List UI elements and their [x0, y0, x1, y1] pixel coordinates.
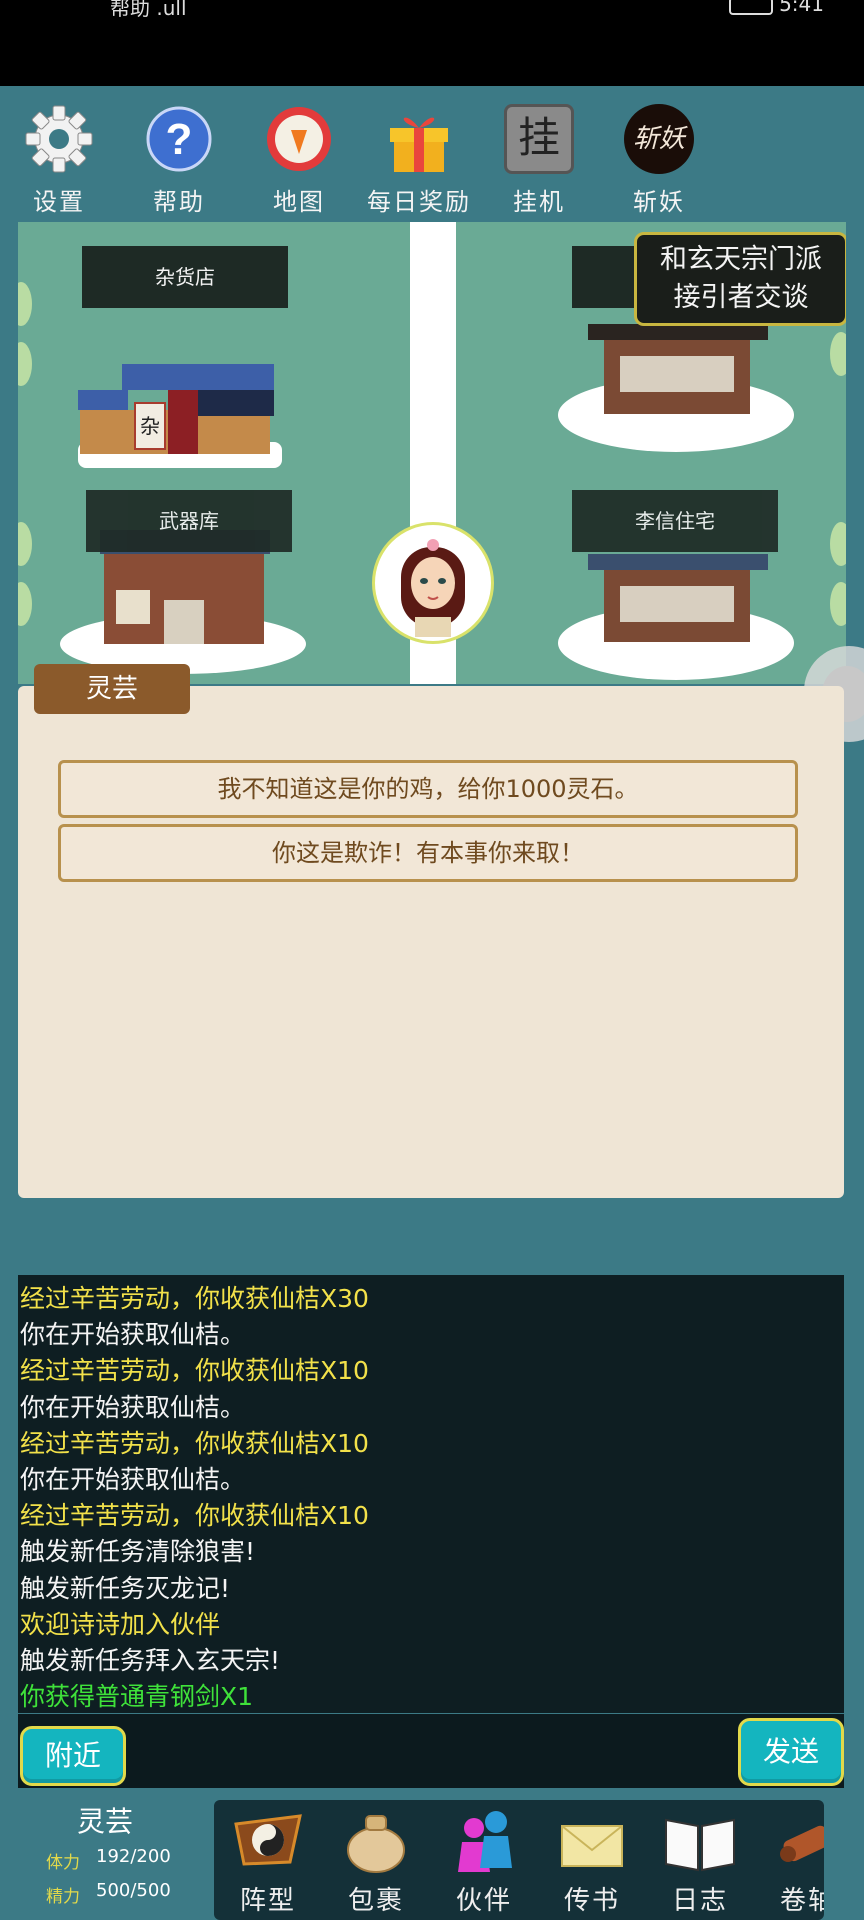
- log-line: 经过辛苦劳动，你收获仙桔X10: [20, 1428, 369, 1458]
- nav-journal[interactable]: 日志: [646, 1800, 754, 1920]
- building-li-xin-house[interactable]: 李信住宅: [558, 490, 828, 684]
- gear-icon: [25, 105, 93, 173]
- character-portrait-icon: [401, 539, 465, 637]
- battery-icon: [728, 0, 773, 15]
- store-door: [168, 390, 198, 454]
- envelope-icon: [561, 1825, 623, 1867]
- dialog-option-1[interactable]: 我不知道这是你的鸡，给你1000灵石。: [58, 760, 798, 818]
- people-icon: [458, 1811, 512, 1872]
- status-bar: 帮助 .ull 5:41: [0, 0, 864, 88]
- armory-window: [116, 590, 150, 624]
- spirit-value: 500/500: [96, 1880, 171, 1901]
- toolbar-idle-label: 挂机: [513, 188, 565, 216]
- building-label: 武器库: [86, 490, 292, 552]
- house-window: [620, 586, 734, 622]
- nav-companions[interactable]: 伙伴: [430, 1800, 538, 1920]
- pouch-icon: [347, 1815, 405, 1873]
- bush: [830, 522, 846, 566]
- dialog-speaker-name: 灵芸: [34, 664, 190, 714]
- nav-bag-label: 包裹: [347, 1886, 404, 1916]
- toolbar-map-label: 地图: [273, 188, 325, 216]
- toolbar-daily-reward-label: 每日奖励: [367, 188, 471, 216]
- log-line: 触发新任务清除狼害!: [20, 1537, 256, 1567]
- house-roof: [588, 554, 768, 570]
- top-toolbar: 设置 ? 帮助 地图 每日奖励 挂 挂机 斩妖 斩妖: [0, 94, 864, 218]
- nav-mail[interactable]: 传书: [538, 1800, 646, 1920]
- slay-demon-icon: 斩妖: [624, 104, 694, 174]
- nav-bag[interactable]: 包裹: [322, 1800, 430, 1920]
- store-window: [198, 390, 274, 416]
- chat-input-bar[interactable]: [18, 1714, 844, 1788]
- bush: [830, 332, 846, 376]
- log-line: 你在开始获取仙桔。: [20, 1465, 246, 1494]
- chief-roof: [588, 324, 768, 340]
- player-name: 灵芸: [76, 1805, 133, 1838]
- quest-tooltip-line1: 和玄天宗门派: [660, 244, 822, 275]
- bottom-nav: 阵型 包裹 伙伴 传书 日志 卷轴: [214, 1800, 824, 1920]
- question-icon: ?: [146, 106, 212, 172]
- stamina-label: 体力: [46, 1853, 80, 1873]
- bush: [18, 582, 32, 626]
- quest-tooltip[interactable]: 和玄天宗门派 接引者交谈: [634, 232, 846, 326]
- dialog-option-2[interactable]: 你这是欺诈！有本事你来取！: [58, 824, 798, 882]
- svg-text:?: ?: [166, 115, 193, 164]
- toolbar-slay-demon-label: 斩妖: [633, 188, 685, 216]
- bush: [18, 522, 32, 566]
- send-button[interactable]: 发送: [738, 1718, 844, 1786]
- nav-formation[interactable]: 阵型: [214, 1800, 322, 1920]
- store-roof-small: [78, 390, 128, 410]
- armory-door: [164, 600, 204, 644]
- toolbar-settings-label: 设置: [33, 188, 85, 216]
- nearby-channel-button[interactable]: 附近: [20, 1726, 126, 1786]
- nav-journal-label: 日志: [671, 1886, 728, 1916]
- village-scene: 杂货店 杂 武器库 村长家 和玄天宗门派 接引者交谈 李信住宅: [18, 222, 846, 684]
- toolbar-help-label: 帮助: [153, 188, 205, 216]
- quest-tooltip-line2: 接引者交谈: [673, 282, 809, 313]
- log-line: 经过辛苦劳动，你收获仙桔X10: [20, 1501, 369, 1531]
- nav-mail-label: 传书: [563, 1886, 620, 1916]
- log-line: 你在开始获取仙桔。: [20, 1392, 246, 1422]
- log-line: 经过辛苦劳动，你收获仙桔X30: [20, 1284, 369, 1313]
- message-log: 经过辛苦劳动，你收获仙桔X30 你在开始获取仙桔。 经过辛苦劳动，你收获仙桔X10 你…: [18, 1275, 844, 1713]
- gua-icon: 挂: [504, 104, 574, 174]
- nav-formation-label: 阵型: [239, 1886, 296, 1916]
- building-armory[interactable]: 武器库: [60, 490, 316, 684]
- yin-yang-icon: [234, 1814, 302, 1866]
- toolbar-slay-demon[interactable]: 斩妖 斩妖: [604, 94, 714, 216]
- toolbar-daily-reward[interactable]: 每日奖励: [364, 94, 474, 216]
- compass-icon: [267, 107, 331, 171]
- stamina-value: 192/200: [96, 1846, 171, 1867]
- book-icon: [665, 1818, 735, 1872]
- status-right: 5:41: [728, 0, 824, 16]
- nav-scroll-label: 卷轴: [779, 1886, 824, 1916]
- scroll-icon: [780, 1825, 824, 1862]
- toolbar-map[interactable]: 地图: [244, 94, 354, 216]
- player-avatar[interactable]: [372, 522, 494, 644]
- player-stats[interactable]: 灵芸 体力 192/200 精力 500/500: [0, 1796, 210, 1920]
- gift-icon: [390, 117, 448, 172]
- log-line: 触发新任务拜入玄天宗!: [20, 1646, 281, 1675]
- store-sign: 杂: [134, 402, 166, 450]
- bush: [18, 282, 32, 326]
- toolbar-help[interactable]: ? 帮助: [124, 94, 234, 216]
- building-label: 李信住宅: [572, 490, 778, 552]
- nav-companions-label: 伙伴: [455, 1886, 512, 1916]
- toolbar-idle[interactable]: 挂 挂机: [484, 94, 594, 216]
- chief-window: [620, 356, 734, 392]
- log-line: 触发新任务灭龙记!: [20, 1573, 231, 1603]
- spirit-label: 精力: [46, 1887, 80, 1907]
- building-label: 杂货店: [82, 246, 288, 308]
- building-general-store[interactable]: 杂货店 杂: [68, 242, 300, 472]
- log-line: 你在开始获取仙桔。: [20, 1320, 246, 1350]
- bush: [830, 582, 846, 626]
- log-line: 欢迎诗诗加入伙伴: [20, 1609, 221, 1639]
- store-roof: [122, 364, 274, 390]
- bush: [18, 342, 32, 386]
- status-left: 帮助 .ull: [110, 0, 187, 20]
- log-line: 经过辛苦劳动，你收获仙桔X10: [20, 1356, 369, 1386]
- log-line: 你获得普通青钢剑X1: [20, 1682, 254, 1712]
- status-time: 5:41: [779, 0, 824, 16]
- toolbar-settings[interactable]: 设置: [4, 94, 114, 216]
- nav-scroll[interactable]: 卷轴: [754, 1800, 824, 1920]
